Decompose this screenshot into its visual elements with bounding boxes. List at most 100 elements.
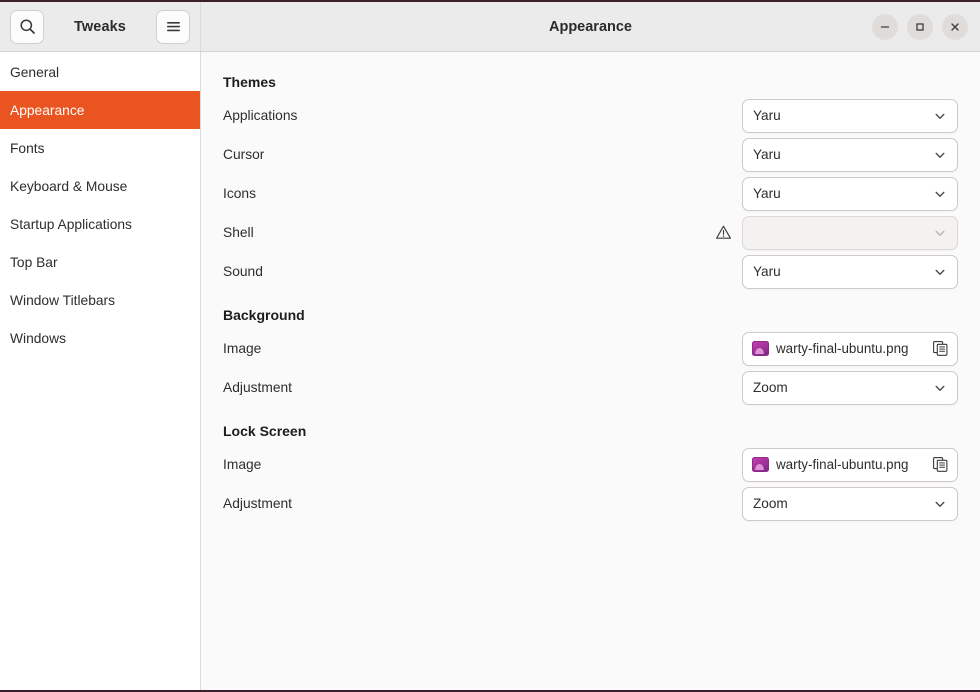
sidebar-item-fonts[interactable]: Fonts (0, 129, 200, 167)
row-label: Applications (223, 108, 298, 123)
sidebar-item-window-titlebars[interactable]: Window Titlebars (0, 281, 200, 319)
row-control: Zoom (742, 486, 958, 521)
file-name-label: warty-final-ubuntu.png (776, 457, 909, 472)
maximize-button[interactable] (907, 13, 933, 40)
sidebar-item-label: Keyboard & Mouse (10, 178, 128, 194)
chevron-down-icon (933, 265, 947, 279)
themes-sound-dropdown[interactable]: Yaru (742, 254, 958, 289)
minimize-icon (880, 25, 890, 28)
settings-content: Themes Applications Yaru Cursor Yaru Icons Yar… (201, 52, 980, 690)
chevron-down-icon (935, 385, 945, 391)
sidebar-item-windows[interactable]: Windows (0, 319, 200, 357)
row-control: warty-final-ubuntu.png (742, 447, 958, 482)
chevron-down-icon (933, 187, 947, 201)
settings-row: Adjustment Zoom (223, 484, 958, 523)
chevron-down-icon (935, 269, 945, 275)
row-control: Yaru (742, 137, 958, 172)
maximize-icon (916, 22, 924, 31)
row-control: Yaru (742, 176, 958, 211)
themes-icons-dropdown[interactable]: Yaru (742, 176, 958, 211)
row-label: Image (223, 457, 262, 472)
row-control: Zoom (742, 370, 958, 405)
settings-row: Image warty-final-ubuntu.png (223, 329, 958, 368)
chevron-down-icon (935, 191, 945, 197)
sidebar-item-startup-applications[interactable]: Startup Applications (0, 205, 200, 243)
settings-row: Icons Yaru (223, 174, 958, 213)
row-label: Sound (223, 264, 263, 279)
close-button[interactable] (942, 13, 968, 40)
settings-row: Applications Yaru (223, 96, 958, 135)
sidebar-item-top-bar[interactable]: Top Bar (0, 243, 200, 281)
lock-screen-adjustment-dropdown[interactable]: Zoom (742, 486, 958, 521)
dropdown-value: Yaru (753, 108, 781, 123)
chevron-down-icon (933, 148, 947, 162)
image-thumbnail-icon (752, 457, 769, 472)
chevron-down-icon (933, 109, 947, 123)
dropdown-value: Zoom (753, 496, 788, 511)
sidebar-item-appearance[interactable]: Appearance (0, 91, 200, 129)
dropdown-value: Yaru (753, 147, 781, 162)
row-label: Image (223, 341, 262, 356)
settings-row: Cursor Yaru (223, 135, 958, 174)
row-label: Cursor (223, 147, 265, 162)
header-bar: Tweaks Appearance (0, 2, 980, 52)
chevron-down-icon (935, 501, 945, 507)
lock-screen-image-chooser[interactable]: warty-final-ubuntu.png (742, 447, 958, 482)
page-title: Appearance (548, 18, 632, 35)
main-menu-button[interactable] (156, 9, 190, 44)
sidebar-item-keyboard-mouse[interactable]: Keyboard & Mouse (0, 167, 200, 205)
row-control (715, 215, 958, 250)
group-title-themes: Themes (223, 74, 276, 90)
sidebar-item-label: Window Titlebars (10, 292, 116, 308)
sidebar: General Appearance Fonts Keyboard & Mouse St… (0, 52, 201, 690)
minimize-button[interactable] (872, 13, 898, 40)
row-label: Shell (223, 225, 254, 240)
sidebar-item-label: Appearance (10, 102, 85, 118)
themes-cursor-dropdown[interactable]: Yaru (742, 137, 958, 172)
tweaks-window: Tweaks Appearance General Appearance Fon… (0, 2, 980, 690)
themes-shell-dropdown (742, 215, 958, 250)
header-left-section: Tweaks (0, 2, 201, 51)
image-thumbnail-icon (752, 341, 769, 356)
settings-row: Sound Yaru (223, 252, 958, 291)
close-icon (951, 22, 959, 31)
row-label: Adjustment (223, 380, 293, 395)
chevron-down-icon (935, 152, 945, 158)
open-file-icon[interactable] (932, 340, 949, 357)
dropdown-value: Zoom (753, 380, 788, 395)
chevron-down-icon (933, 381, 947, 395)
themes-applications-dropdown[interactable]: Yaru (742, 98, 958, 133)
window-controls (872, 13, 968, 40)
warning-icon (715, 224, 732, 241)
group-title-background: Background (223, 307, 305, 323)
settings-row: Shell (223, 213, 958, 252)
header-center-section: Appearance (201, 2, 980, 51)
background-image-chooser[interactable]: warty-final-ubuntu.png (742, 331, 958, 366)
row-control: warty-final-ubuntu.png (742, 331, 958, 366)
sidebar-item-label: Startup Applications (10, 216, 132, 232)
row-label: Icons (223, 186, 256, 201)
chevron-down-icon (935, 230, 945, 236)
window-body: General Appearance Fonts Keyboard & Mouse St… (0, 52, 980, 690)
chevron-down-icon (935, 113, 945, 119)
background-adjustment-dropdown[interactable]: Zoom (742, 370, 958, 405)
sidebar-item-label: Windows (10, 330, 66, 346)
row-control: Yaru (742, 254, 958, 289)
sidebar-item-general[interactable]: General (0, 53, 200, 91)
search-icon (19, 19, 35, 34)
sidebar-item-label: General (10, 64, 60, 80)
file-name-label: warty-final-ubuntu.png (776, 341, 909, 356)
sidebar-item-label: Top Bar (10, 254, 58, 270)
search-button[interactable] (10, 9, 44, 44)
dropdown-value: Yaru (753, 264, 781, 279)
row-control: Yaru (742, 98, 958, 133)
settings-row: Adjustment Zoom (223, 368, 958, 407)
group-title-lock-screen: Lock Screen (223, 423, 307, 439)
row-label: Adjustment (223, 496, 293, 511)
sidebar-item-label: Fonts (10, 140, 45, 156)
settings-row: Image warty-final-ubuntu.png (223, 445, 958, 484)
open-file-icon[interactable] (932, 456, 949, 473)
chevron-down-icon (933, 497, 947, 511)
app-name-label: Tweaks (74, 18, 126, 35)
chevron-down-icon (933, 226, 947, 240)
